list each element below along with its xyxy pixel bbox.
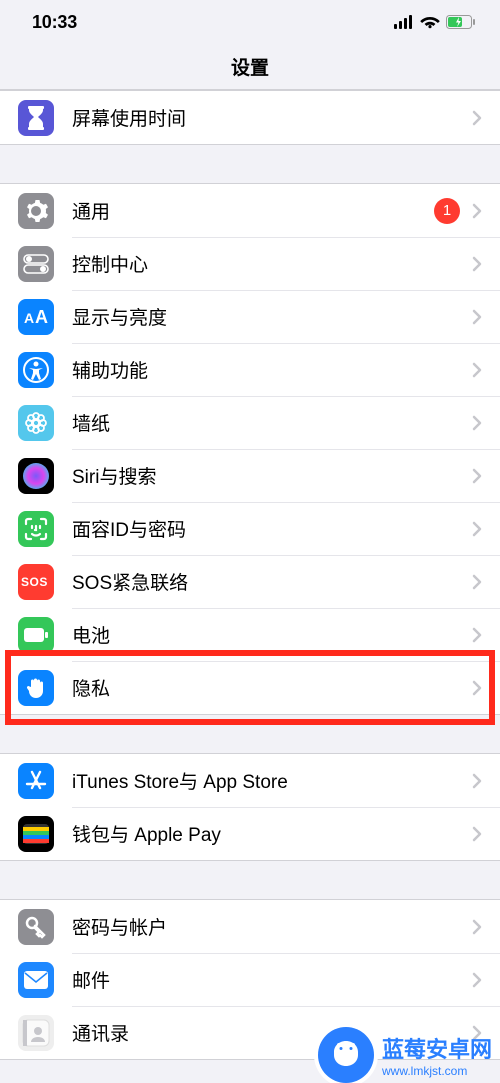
accessibility-icon [18, 352, 54, 388]
flower-icon [18, 405, 54, 441]
settings-row-faceid[interactable]: 面容ID与密码 [0, 502, 500, 555]
settings-row-display[interactable]: AA 显示与亮度 [0, 290, 500, 343]
notification-badge: 1 [434, 198, 460, 224]
settings-row-privacy[interactable]: 隐私 [0, 661, 500, 714]
appstore-icon [18, 763, 54, 799]
settings-row-wallet[interactable]: 钱包与 Apple Pay [0, 807, 500, 860]
settings-row-siri[interactable]: Siri与搜索 [0, 449, 500, 502]
settings-row-general[interactable]: 通用1 [0, 184, 500, 237]
status-time: 10:33 [32, 12, 77, 33]
row-label: 邮件 [72, 966, 472, 993]
watermark-logo-icon [318, 1027, 374, 1083]
gear-icon [18, 193, 54, 229]
settings-list[interactable]: 屏幕使用时间通用1控制中心AA显示与亮度辅助功能墙纸Siri与搜索面容ID与密码… [0, 90, 500, 1060]
settings-row-passwords[interactable]: 密码与帐户 [0, 900, 500, 953]
key-icon [18, 909, 54, 945]
svg-text:A: A [35, 307, 48, 327]
chevron-right-icon [472, 203, 500, 219]
row-label: 电池 [72, 621, 472, 648]
svg-text:SOS: SOS [21, 575, 48, 589]
settings-row-itunes[interactable]: iTunes Store与 App Store [0, 754, 500, 807]
row-label: 面容ID与密码 [72, 515, 472, 542]
settings-group: iTunes Store与 App Store 钱包与 Apple Pay [0, 753, 500, 861]
row-label: 屏幕使用时间 [72, 104, 472, 131]
settings-row-control-center[interactable]: 控制中心 [0, 237, 500, 290]
chevron-right-icon [472, 468, 500, 484]
chevron-right-icon [472, 110, 500, 126]
settings-row-mail[interactable]: 邮件 [0, 953, 500, 1006]
row-label: 显示与亮度 [72, 303, 472, 330]
row-label: 密码与帐户 [72, 913, 472, 940]
aa-icon: AA [18, 299, 54, 335]
battery-icon [18, 617, 54, 653]
mail-icon [18, 962, 54, 998]
header: 设置 [0, 44, 500, 90]
row-label: 通用 [72, 197, 434, 224]
row-label: Siri与搜索 [72, 462, 472, 489]
chevron-right-icon [472, 826, 500, 842]
settings-row-screen-time[interactable]: 屏幕使用时间 [0, 91, 500, 144]
chevron-right-icon [472, 919, 500, 935]
chevron-right-icon [472, 521, 500, 537]
row-label: 控制中心 [72, 250, 472, 277]
status-icons [394, 15, 476, 29]
battery-icon [446, 15, 476, 29]
watermark-name: 蓝莓安卓网 [382, 1032, 492, 1064]
hourglass-icon [18, 100, 54, 136]
signal-icon [394, 15, 414, 29]
sos-icon: SOS [18, 564, 54, 600]
chevron-right-icon [472, 972, 500, 988]
switches-icon [18, 246, 54, 282]
hand-icon [18, 670, 54, 706]
row-label: 隐私 [72, 674, 472, 701]
watermark-url: www.lmkjst.com [382, 1064, 492, 1078]
row-label: 墙纸 [72, 409, 472, 436]
chevron-right-icon [472, 256, 500, 272]
svg-text:A: A [24, 310, 34, 326]
settings-row-battery[interactable]: 电池 [0, 608, 500, 661]
watermark: 蓝莓安卓网 www.lmkjst.com [318, 1027, 500, 1083]
chevron-right-icon [472, 415, 500, 431]
settings-row-wallpaper[interactable]: 墙纸 [0, 396, 500, 449]
siri-icon [18, 458, 54, 494]
chevron-right-icon [472, 627, 500, 643]
settings-group: 屏幕使用时间 [0, 90, 500, 145]
chevron-right-icon [472, 309, 500, 325]
row-label: SOS紧急联络 [72, 568, 472, 595]
settings-row-sos[interactable]: SOS SOS紧急联络 [0, 555, 500, 608]
row-label: 钱包与 Apple Pay [72, 820, 472, 847]
status-bar: 10:33 [0, 0, 500, 44]
contacts-icon [18, 1015, 54, 1051]
chevron-right-icon [472, 773, 500, 789]
wifi-icon [420, 15, 440, 29]
chevron-right-icon [472, 362, 500, 378]
settings-row-accessibility[interactable]: 辅助功能 [0, 343, 500, 396]
wallet-icon [18, 816, 54, 852]
row-label: iTunes Store与 App Store [72, 767, 472, 794]
chevron-right-icon [472, 574, 500, 590]
row-label: 辅助功能 [72, 356, 472, 383]
chevron-right-icon [472, 680, 500, 696]
faceid-icon [18, 511, 54, 547]
page-title: 设置 [231, 53, 269, 80]
settings-group: 通用1控制中心AA显示与亮度辅助功能墙纸Siri与搜索面容ID与密码SOSSOS… [0, 183, 500, 715]
